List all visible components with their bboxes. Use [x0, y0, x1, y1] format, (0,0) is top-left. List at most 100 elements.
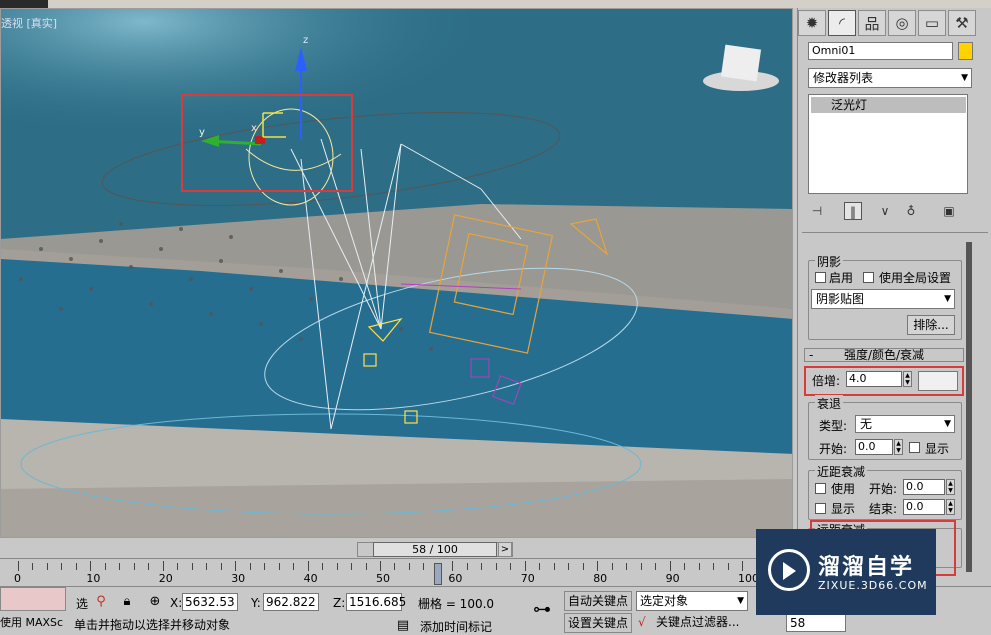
next-frame-icon[interactable]: > [498, 542, 512, 557]
timeline-tick [75, 563, 77, 570]
timeline-tick [322, 563, 324, 570]
make-unique-icon[interactable]: ∨ [876, 202, 894, 220]
coord-y-field[interactable]: 962.822 [263, 593, 319, 611]
perspective-viewport[interactable]: z y x 透视 [真实] [0, 8, 793, 538]
timeline-tick [611, 563, 613, 570]
timeline-tick [148, 563, 150, 570]
timeline-tick [698, 563, 700, 570]
shadows-title: 阴影 [815, 253, 844, 270]
watermark-url: ZIXUE.3D66.COM [818, 579, 928, 592]
coord-x-label: X: [170, 596, 183, 610]
timeline-tick [133, 563, 135, 570]
decay-show-checkbox[interactable] [909, 442, 920, 453]
time-slider[interactable]: < 58 / 100 > [0, 541, 793, 558]
rollout-collapse-icon: - [809, 348, 814, 362]
create-icon[interactable]: ✹ [798, 10, 826, 36]
viewport-view-name[interactable]: 透视 [1, 17, 23, 30]
timeline-tick [742, 561, 743, 571]
panel-scrollbar[interactable] [966, 242, 972, 572]
key-filters-button[interactable]: √ 关键点过滤器... [636, 613, 748, 633]
decay-title: 衰退 [815, 395, 844, 412]
timeline-tick [713, 563, 715, 570]
near-show-checkbox[interactable] [815, 503, 826, 514]
global-settings-label: 使用全局设置 [879, 271, 952, 285]
object-name-field[interactable]: Omni01 [808, 42, 953, 60]
timeline-tick [336, 563, 338, 570]
remove-modifier-icon[interactable]: ♁ [902, 202, 920, 220]
timeline-tick [162, 561, 164, 571]
key-icon[interactable]: ⊶ [524, 595, 560, 627]
viewport-shading-mode[interactable]: [真实] [27, 17, 58, 30]
selection-set-dropdown[interactable]: 选定对象 ▼ [636, 591, 748, 611]
pin-stack-icon[interactable]: ⊣ [808, 202, 826, 220]
decay-type-value: 无 [860, 417, 873, 431]
timeline-tick [249, 563, 251, 570]
time-slider-thumb[interactable]: 58 / 100 [373, 542, 497, 557]
coord-z-field[interactable]: 1516.685 [346, 593, 406, 611]
exclude-button[interactable]: 排除... [907, 315, 955, 335]
timeline-tick [684, 563, 686, 570]
time-tag-icon[interactable]: ▤ [394, 617, 412, 635]
coord-x-field[interactable]: 5632.53 [182, 593, 238, 611]
lock-icon[interactable]: 🔒︎ [118, 593, 136, 611]
timeline-tick-label: 50 [376, 572, 390, 585]
maxscript-listener[interactable] [0, 587, 66, 611]
timeline-tick [365, 563, 367, 570]
absolute-mode-icon[interactable]: ⊕ [146, 593, 164, 611]
near-show-label: 显示 [831, 502, 856, 516]
current-frame-field[interactable]: 58 [786, 614, 846, 632]
track-bar[interactable]: 0 10 20 30 40 50 60 70 80 90 100 [0, 558, 793, 586]
near-start-input[interactable]: 0.0 [903, 479, 945, 495]
show-end-result-icon[interactable]: ‖ [844, 202, 862, 220]
display-icon[interactable]: ▭ [918, 10, 946, 36]
viewport-scene: z y x [1, 9, 792, 537]
rollout-intensity-title: 强度/颜色/衰减 [843, 348, 925, 362]
near-start-spinner[interactable]: ▲ ▼ [946, 479, 955, 495]
global-settings-checkbox[interactable] [863, 272, 874, 283]
stack-buttons: ⊣ ‖ ∨ ♁ ▣ [808, 202, 972, 222]
timeline-tick [568, 563, 570, 570]
timeline-tick [626, 563, 628, 570]
timeline-tick [582, 563, 584, 570]
modifier-stack[interactable]: 泛光灯 [808, 94, 968, 194]
utilities-icon[interactable]: ⚒ [948, 10, 976, 36]
timeline-tick [90, 561, 92, 571]
timeline-tick [655, 563, 657, 570]
timeline-tick [669, 561, 671, 571]
near-end-spinner[interactable]: ▲ ▼ [946, 499, 955, 515]
timeline-tick [640, 563, 642, 570]
decay-type-dropdown[interactable]: 无 ▼ [855, 415, 955, 433]
decay-start-spinner[interactable]: ▲ ▼ [894, 439, 903, 455]
timeline-tick [307, 561, 309, 571]
rollout-intensity-header[interactable]: - 强度/颜色/衰减 [804, 348, 964, 362]
near-end-input[interactable]: 0.0 [903, 499, 945, 515]
timeline-tick-label: 30 [231, 572, 246, 585]
maxscript-label[interactable]: 使用 MAXSc [0, 614, 63, 630]
lightbulb-icon[interactable]: ⚲ [92, 593, 110, 611]
viewport-label[interactable]: 透视 [真实] [1, 15, 57, 31]
motion-icon[interactable]: ◎ [888, 10, 916, 36]
timeline-tick [18, 561, 19, 571]
stack-item-omni[interactable]: 泛光灯 [811, 97, 966, 113]
hierarchy-icon[interactable]: 品 [858, 10, 886, 36]
current-frame-marker[interactable] [433, 563, 442, 585]
auto-key-button[interactable]: 自动关键点 [564, 591, 632, 611]
modifier-list-dropdown[interactable]: 修改器列表 ▼ [808, 68, 972, 88]
configure-sets-icon[interactable]: ▣ [940, 202, 958, 220]
timeline-tick [220, 563, 222, 570]
set-key-button[interactable]: 设置关键点 [564, 613, 632, 633]
shadows-enabled-checkbox[interactable] [815, 272, 826, 283]
modify-icon[interactable]: ◜ [828, 10, 856, 36]
decay-start-label: 开始: [819, 442, 848, 456]
decay-start-input[interactable]: 0.0 [855, 439, 893, 455]
add-time-tag[interactable]: 添加时间标记 [420, 618, 492, 635]
viewport-title-tab [0, 0, 48, 8]
timeline-tick [553, 563, 555, 570]
watermark-title: 溜溜自学 [818, 555, 915, 580]
object-color-swatch[interactable] [958, 42, 973, 60]
timeline-tick [510, 563, 512, 570]
near-use-checkbox[interactable] [815, 483, 826, 494]
modifier-list-label: 修改器列表 [813, 71, 874, 85]
near-atten-group: 近距衰减 使用 开始: 0.0 ▲ ▼ 显示 结束: 0.0 ▲ ▼ [808, 463, 962, 520]
shadow-type-dropdown[interactable]: 阴影贴图 ▼ [811, 289, 955, 309]
